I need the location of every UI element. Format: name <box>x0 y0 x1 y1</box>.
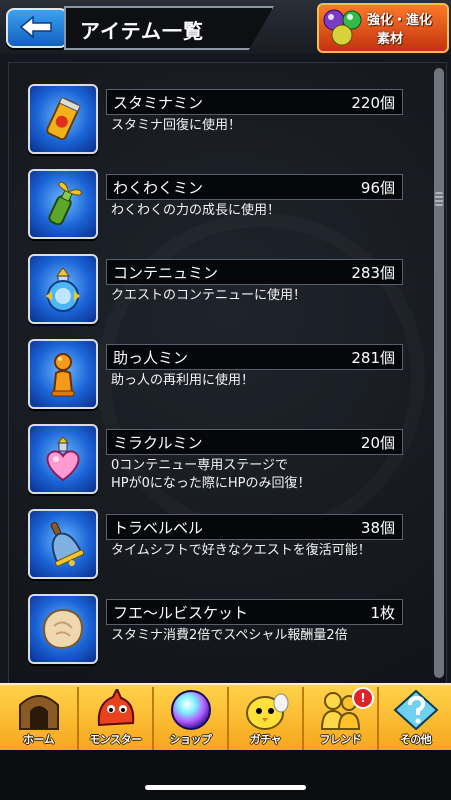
scrollbar[interactable] <box>434 68 444 678</box>
nav-label: ガチャ <box>249 733 282 746</box>
item-name-bar: コンテニュミン 283個 <box>106 259 403 285</box>
item-icon-frame <box>28 424 98 494</box>
item-description: スタミナ消費2倍でスペシャル報酬量2倍 <box>111 627 406 645</box>
material-orbs-icon <box>323 9 362 46</box>
list-item[interactable]: わくわくミン 96個 わくわくの力の成長に使用！ <box>28 169 404 241</box>
page-title: アイテム一覧 <box>80 19 204 43</box>
item-count: 96個 <box>360 179 395 197</box>
item-description: クエストのコンテニューに使用！ <box>111 287 406 305</box>
title-plate: アイテム一覧 <box>64 6 274 50</box>
travel-bell-icon <box>50 522 85 567</box>
home-gate-icon <box>19 695 59 730</box>
back-arrow-icon <box>19 15 52 39</box>
item-name-bar: ミラクルミン 20個 <box>106 429 403 455</box>
item-description: タイムシフトで好きなクエストを復活可能！ <box>111 542 406 560</box>
item-count: 281個 <box>351 349 395 367</box>
enhance-label-line1: 強化・進化 <box>367 13 433 28</box>
item-name: スタミナミン <box>113 94 204 112</box>
heart-potion-icon <box>46 436 80 482</box>
nav-shop[interactable]: ショップ <box>152 687 227 750</box>
bottom-nav: ホーム モンスター ショップ ガチャ ! フレンド その他 <box>0 683 451 752</box>
list-item[interactable]: 助っ人ミン 281個 助っ人の再利用に使用！ <box>28 339 404 411</box>
biscuit-icon <box>42 608 84 650</box>
item-name-bar: わくわくミン 96個 <box>106 174 403 200</box>
item-icon-frame <box>28 169 98 239</box>
item-description-line: クエストのコンテニューに使用！ <box>111 288 307 303</box>
list-item[interactable]: コンテニュミン 283個 クエストのコンテニューに使用！ <box>28 254 404 326</box>
item-name-bar: フエ〜ルビスケット 1枚 <box>106 599 403 625</box>
item-count: 283個 <box>351 264 395 282</box>
header-bar: アイテム一覧 強化・進化 素材 <box>0 0 451 54</box>
dragon-icon <box>97 689 135 727</box>
nav-friend[interactable]: ! フレンド <box>302 687 377 750</box>
item-name: フエ〜ルビスケット <box>113 604 249 622</box>
helper-pawn-icon <box>51 353 75 397</box>
item-description: わくわくの力の成長に使用！ <box>111 202 406 220</box>
back-button[interactable] <box>6 8 68 48</box>
nav-label: フレンド <box>319 733 363 746</box>
item-description: スタミナ回復に使用！ <box>111 117 406 135</box>
item-description-line: タイムシフトで好きなクエストを復活可能！ <box>111 543 371 558</box>
sprout-bottle-icon <box>48 181 82 226</box>
item-description-line: 0コンテニュー専用ステージで <box>111 458 289 473</box>
list-item[interactable]: フエ〜ルビスケット 1枚 スタミナ消費2倍でスペシャル報酬量2倍 <box>28 594 404 666</box>
enhance-evolve-materials-button[interactable]: 強化・進化 素材 <box>317 3 449 53</box>
nav-monster[interactable]: モンスター <box>77 687 152 750</box>
stamina-can-icon <box>46 96 81 141</box>
item-name: わくわくミン <box>113 179 204 197</box>
item-count: 1枚 <box>370 604 395 622</box>
item-count: 20個 <box>360 434 395 452</box>
list-item[interactable]: スタミナミン 220個 スタミナ回復に使用！ <box>28 84 404 156</box>
home-indicator[interactable] <box>145 785 306 790</box>
item-description: 助っ人の再利用に使用！ <box>111 372 406 390</box>
item-name-bar: 助っ人ミン 281個 <box>106 344 403 370</box>
item-name-bar: トラベルベル 38個 <box>106 514 403 540</box>
continue-potion-icon <box>46 267 80 312</box>
item-description-line: スタミナ回復に使用！ <box>111 118 242 133</box>
item-description: 0コンテニュー専用ステージで HPが0になった際にHPのみ回復！ <box>111 457 406 493</box>
item-icon-frame <box>28 509 98 579</box>
gacha-chick-icon <box>246 693 289 730</box>
item-description-line: HPが0になった際にHPのみ回復！ <box>111 476 311 491</box>
notification-badge: ! <box>352 687 374 709</box>
nav-gacha[interactable]: ガチャ <box>227 687 302 750</box>
list-item[interactable]: トラベルベル 38個 タイムシフトで好きなクエストを復活可能！ <box>28 509 404 581</box>
nav-label: その他 <box>399 733 432 746</box>
nav-label: モンスター <box>89 733 142 746</box>
nav-label: ホーム <box>22 733 55 746</box>
orb-icon <box>171 690 211 730</box>
item-description-line: 助っ人の再利用に使用！ <box>111 373 255 388</box>
item-name: ミラクルミン <box>113 434 203 452</box>
nav-home[interactable]: ホーム <box>2 687 75 750</box>
scrollbar-thumb[interactable] <box>435 192 443 206</box>
item-count: 220個 <box>351 94 395 112</box>
item-icon-frame <box>28 594 98 664</box>
item-name: コンテニュミン <box>113 264 219 282</box>
item-icon-frame <box>28 339 98 409</box>
item-description-line: わくわくの力の成長に使用！ <box>111 203 281 218</box>
item-count: 38個 <box>360 519 395 537</box>
item-icon-frame <box>28 84 98 154</box>
list-item[interactable]: ミラクルミン 20個 0コンテニュー専用ステージで HPが0になった際にHPのみ… <box>28 424 404 496</box>
nav-other[interactable]: その他 <box>377 687 451 750</box>
item-icon-frame <box>28 254 98 324</box>
item-description-line: スタミナ消費2倍でスペシャル報酬量2倍 <box>111 628 348 643</box>
item-name: トラベルベル <box>113 519 204 537</box>
nav-label: ショップ <box>169 733 213 746</box>
other-menu-icon <box>393 689 439 731</box>
system-bottom-bar <box>0 750 451 800</box>
item-name: 助っ人ミン <box>113 349 189 367</box>
item-name-bar: スタミナミン 220個 <box>106 89 403 115</box>
enhance-label-line2: 素材 <box>377 32 404 47</box>
